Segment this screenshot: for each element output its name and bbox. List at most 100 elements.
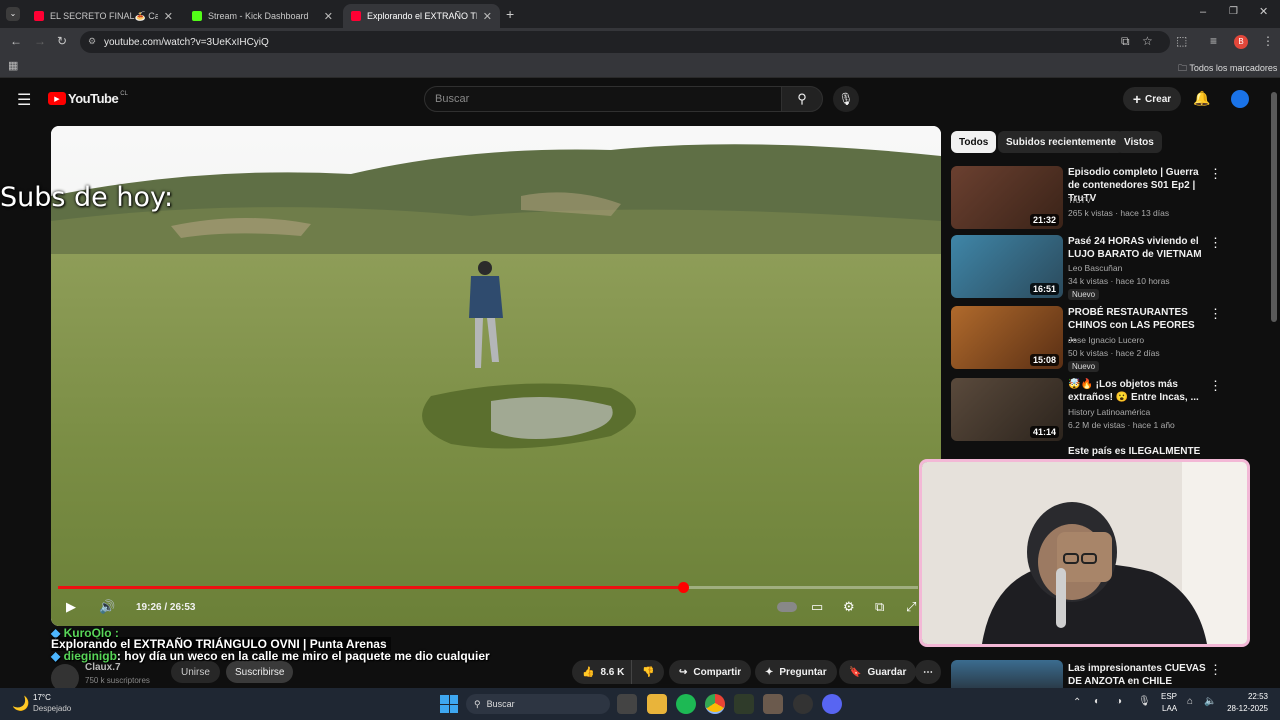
recommendation-title[interactable]: Pasé 24 HORAS viviendo el LUJO BARATO de… — [1068, 235, 1204, 261]
windows-start-icon[interactable] — [440, 695, 458, 713]
taskbar-search[interactable]: ⚲ Buscar — [466, 694, 610, 714]
clock-time[interactable]: 22:53 — [1230, 692, 1268, 701]
forward-icon[interactable]: → — [34, 34, 46, 48]
file-explorer-icon[interactable] — [647, 694, 667, 714]
reload-icon[interactable]: ↻ — [57, 34, 67, 48]
tray-app-icon[interactable]: ◐ — [1094, 696, 1100, 707]
chip-watched[interactable]: Vistos — [1116, 131, 1162, 153]
back-icon[interactable]: ← — [10, 34, 22, 48]
task-view-icon[interactable] — [617, 694, 637, 714]
app-icon[interactable] — [763, 694, 783, 714]
tray-chevron-icon[interactable]: ⌃ — [1073, 697, 1081, 708]
chip-todos[interactable]: Todos — [951, 131, 997, 153]
save-button[interactable]: 🔖 Guardar — [839, 660, 917, 684]
hamburger-menu-icon[interactable]: ☰ — [17, 90, 31, 110]
create-button[interactable]: + Crear — [1123, 87, 1181, 111]
channel-name[interactable]: Leo Bascuñan — [1068, 263, 1122, 273]
channel-title[interactable]: Claux.7 — [85, 662, 121, 673]
video-thumbnail[interactable]: 21:32 — [951, 166, 1063, 229]
tab-search-chevron-icon[interactable]: ⌄ — [6, 7, 20, 21]
search-input[interactable]: Buscar — [424, 86, 782, 112]
obs-icon[interactable] — [793, 694, 813, 714]
channel-name[interactable]: Jose Ignacio Lucero — [1068, 335, 1144, 345]
reading-list-icon[interactable]: ≡ — [1210, 34, 1217, 48]
search-icon: ⚲ — [474, 698, 481, 709]
chip-recent[interactable]: Subidos recientemente — [998, 131, 1125, 153]
microphone-tray-icon[interactable]: 🎙 — [1138, 696, 1151, 707]
duration-badge: 41:14 — [1029, 426, 1059, 438]
video-thumbnail[interactable] — [951, 660, 1063, 688]
like-button[interactable]: 👍 8.6 K — [572, 660, 635, 684]
language-layout[interactable]: LAA — [1162, 704, 1177, 713]
subscribe-button[interactable]: Suscribirse — [226, 661, 294, 683]
channel-name[interactable]: History Latinoamérica — [1068, 407, 1150, 417]
extensions-icon[interactable]: ⬚ — [1176, 34, 1187, 48]
youtube-favicon-icon — [34, 11, 44, 21]
more-options-icon[interactable]: ⋮ — [1209, 166, 1222, 182]
more-options-icon[interactable]: ⋮ — [1209, 306, 1222, 322]
chrome-icon[interactable] — [705, 694, 725, 714]
browser-tab-bar: ⌄ EL SECRETO FINAL🍝 Capítulo ✕ Stream - … — [0, 0, 1280, 28]
close-tab-icon[interactable]: ✕ — [324, 10, 333, 23]
discord-icon[interactable] — [822, 694, 842, 714]
voice-search-button[interactable]: 🎙 — [833, 86, 859, 112]
dislike-button[interactable]: 👎 — [631, 660, 665, 684]
network-icon[interactable]: ⌂ — [1187, 696, 1193, 707]
install-app-icon[interactable]: ⧉ — [1121, 34, 1130, 49]
more-actions-button[interactable]: ⋯ — [915, 660, 941, 684]
settings-gear-icon[interactable]: ⚙ — [843, 599, 855, 615]
video-player[interactable] — [51, 126, 941, 626]
all-bookmarks-folder[interactable]: 🗀 Todos los marcadores — [1178, 61, 1277, 77]
app-icon[interactable] — [734, 694, 754, 714]
channel-name[interactable]: TruTV — [1068, 195, 1091, 205]
notifications-bell-icon[interactable]: 🔔 — [1193, 90, 1210, 107]
close-tab-icon[interactable]: ✕ — [483, 10, 492, 23]
apps-grid-icon[interactable]: ▦ — [8, 59, 18, 72]
clock-date[interactable]: 28-12-2025 — [1222, 704, 1268, 713]
ask-button[interactable]: ✦ Preguntar — [755, 660, 837, 684]
join-button[interactable]: Unirse — [171, 661, 220, 683]
share-button[interactable]: ↪ Compartir — [669, 660, 752, 684]
miniplayer-icon[interactable]: ⧉ — [875, 599, 884, 615]
youtube-logo[interactable]: ▶ YouTube CL — [48, 91, 128, 106]
url-bar[interactable]: ⚙ youtube.com/watch?v=3UeKxIHCyiQ — [80, 31, 1170, 53]
spotify-icon[interactable] — [676, 694, 696, 714]
country-code: CL — [120, 91, 128, 97]
page-scrollbar[interactable] — [1271, 92, 1277, 322]
more-options-icon[interactable]: ⋮ — [1209, 662, 1222, 678]
new-tab-icon[interactable]: + — [506, 6, 514, 22]
site-info-icon[interactable]: ⚙ — [88, 36, 96, 47]
restore-icon[interactable]: ❐ — [1229, 6, 1238, 17]
browser-menu-icon[interactable]: ⋮ — [1262, 34, 1274, 48]
captions-icon[interactable]: ▭ — [811, 599, 823, 615]
close-tab-icon[interactable]: ✕ — [164, 10, 173, 23]
browser-tab-1[interactable]: EL SECRETO FINAL🍝 Capítulo ✕ — [26, 4, 181, 28]
more-options-icon[interactable]: ⋮ — [1209, 235, 1222, 251]
tray-app-icon[interactable]: ◑ — [1116, 696, 1122, 707]
recommendation-title[interactable]: Este país es ILEGALMENTE — [1068, 446, 1200, 457]
language-code[interactable]: ESP — [1161, 692, 1177, 701]
autoplay-toggle[interactable] — [777, 602, 797, 612]
video-thumbnail[interactable]: 15:08 — [951, 306, 1063, 369]
volume-icon[interactable]: 🔊 — [99, 599, 115, 615]
search-button[interactable]: ⚲ — [781, 86, 823, 112]
recommendation-title[interactable]: 🤯🔥 ¡Los objetos más extraños! 😮 Entre In… — [1068, 378, 1204, 404]
video-thumbnail[interactable]: 41:14 — [951, 378, 1063, 441]
video-frame — [51, 126, 941, 626]
video-thumbnail[interactable]: 16:51 — [951, 235, 1063, 298]
bookmark-star-icon[interactable]: ☆ — [1142, 34, 1153, 48]
video-meta: 50 k vistas · hace 2 días — [1068, 348, 1160, 358]
profile-avatar[interactable]: B — [1234, 35, 1248, 49]
recommendation-title[interactable]: Las impresionantes CUEVAS DE ANZOTA en C… — [1068, 662, 1208, 688]
account-avatar[interactable] — [1231, 90, 1249, 108]
speaker-icon[interactable]: 🔈 — [1204, 696, 1216, 707]
fullscreen-icon[interactable]: ⤢ — [906, 599, 916, 615]
browser-tab-3[interactable]: Explorando el EXTRAÑO TRIÁN ✕ — [343, 4, 500, 28]
close-window-icon[interactable]: ✕ — [1259, 5, 1268, 18]
play-button[interactable]: ▶ — [66, 599, 76, 615]
create-label: Crear — [1145, 93, 1172, 105]
minimize-icon[interactable]: – — [1200, 6, 1206, 18]
browser-tab-2[interactable]: Stream - Kick Dashboard ✕ — [184, 4, 341, 28]
more-options-icon[interactable]: ⋮ — [1209, 378, 1222, 394]
weather-icon[interactable]: 🌙 — [12, 695, 29, 712]
